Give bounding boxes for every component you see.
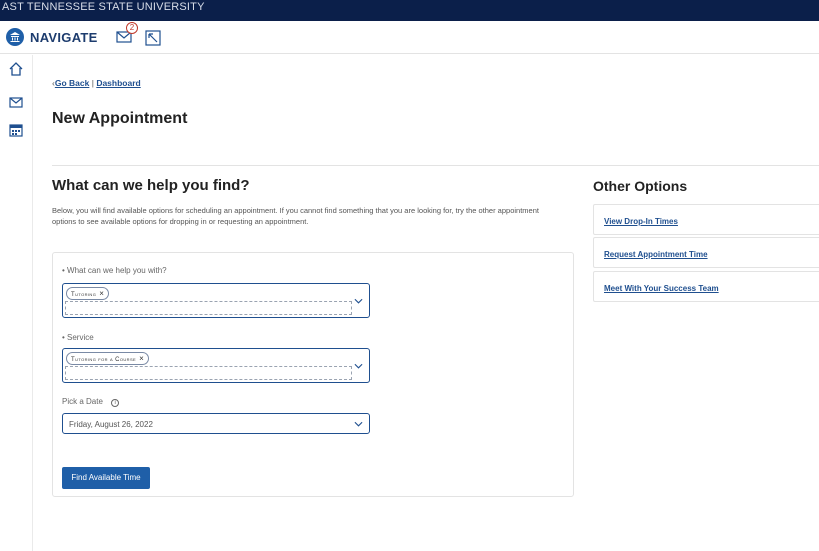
tutoring-tag-label: Tutoring [71, 292, 97, 298]
page-title: New Appointment [52, 110, 188, 127]
service-label: • Service [62, 333, 94, 342]
date-label-row: Pick a Date i [62, 397, 120, 407]
other-options-title: Other Options [593, 178, 688, 194]
service-search-input[interactable] [65, 366, 352, 380]
service-tag: Tutoring for a Course × [66, 352, 150, 365]
info-icon[interactable]: i [111, 399, 120, 407]
date-label: Pick a Date [62, 397, 103, 406]
other-option-drop-in[interactable]: View Drop-In Times [593, 204, 819, 235]
mail-badge: 2 [126, 22, 138, 34]
help-with-label: • What can we help you with? [62, 266, 167, 275]
flag-icon [145, 30, 161, 46]
option-label: Meet With Your Success Team [604, 284, 719, 293]
service-select[interactable]: Tutoring for a Course × [62, 348, 370, 383]
service-tag-label: Tutoring for a Course [71, 357, 137, 363]
help-with-select[interactable]: Tutoring × [62, 283, 370, 318]
tutoring-tag: Tutoring × [66, 287, 110, 300]
date-picker[interactable]: Friday, August 26, 2022 [62, 413, 370, 434]
chevron-down-icon[interactable] [354, 298, 363, 304]
option-label: View Drop-In Times [604, 217, 678, 226]
header-divider [52, 165, 819, 166]
other-option-success-team[interactable]: Meet With Your Success Team [593, 271, 819, 302]
find-available-time-button[interactable]: Find Available Time [62, 467, 150, 489]
left-nav [0, 55, 33, 551]
university-building-icon [6, 28, 24, 46]
university-banner: AST TENNESSEE STATE UNIVERSITY [0, 0, 819, 21]
go-back-link[interactable]: Go Back [55, 78, 90, 88]
app-header: NAVIGATE 2 [0, 21, 819, 54]
chevron-down-icon[interactable] [354, 363, 363, 369]
app-logo[interactable]: NAVIGATE [6, 28, 98, 46]
chevron-down-icon [354, 421, 363, 427]
envelope-icon[interactable] [8, 94, 26, 112]
other-option-request-time[interactable]: Request Appointment Time [593, 237, 819, 268]
option-label: Request Appointment Time [604, 250, 708, 259]
section-description: Below, you will find available options f… [52, 206, 539, 226]
breadcrumb-separator: | [91, 78, 94, 88]
breadcrumb: ‹Go Back | Dashboard [52, 78, 141, 88]
date-value: Friday, August 26, 2022 [69, 420, 153, 429]
home-icon[interactable] [8, 61, 26, 79]
flag-button[interactable] [145, 30, 161, 51]
calendar-icon[interactable] [8, 122, 26, 140]
section-title: What can we help you find? [52, 177, 250, 194]
close-icon[interactable]: × [99, 289, 104, 298]
dashboard-link[interactable]: Dashboard [96, 78, 140, 88]
close-icon[interactable]: × [139, 354, 144, 363]
app-name: NAVIGATE [30, 29, 98, 45]
mail-button[interactable]: 2 [116, 22, 138, 49]
help-with-search-input[interactable] [65, 301, 352, 315]
